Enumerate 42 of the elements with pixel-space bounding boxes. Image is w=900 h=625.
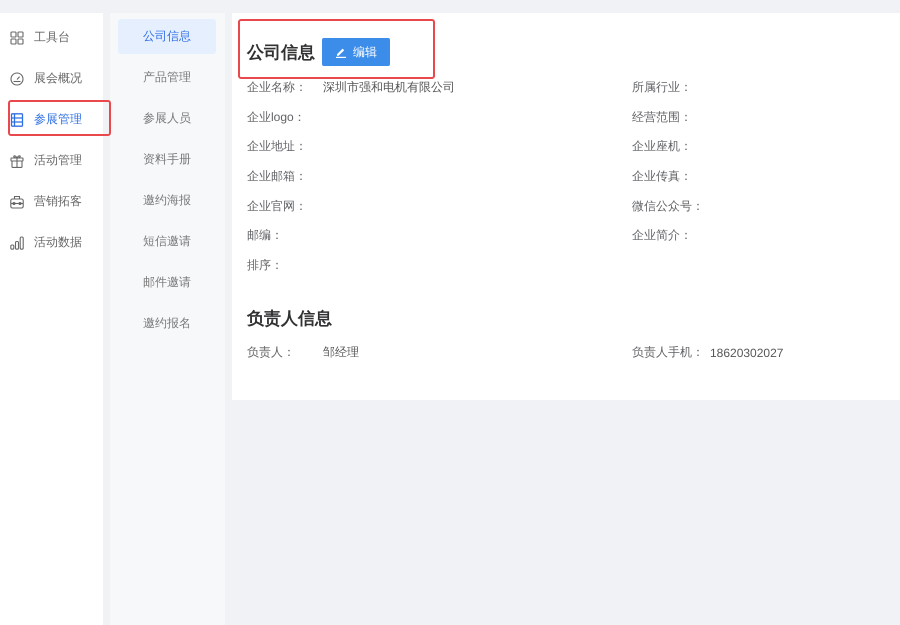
field-label: 经营范围： [632, 108, 693, 126]
field-label: 企业官网： [247, 198, 308, 215]
sidebar-item[interactable]: 活动数据 [0, 222, 103, 263]
field-label: 负责人手机： [632, 344, 704, 362]
field-label: 企业名称： [247, 79, 308, 96]
submenu-item[interactable]: 邀约报名 [118, 306, 216, 341]
sidebar-item[interactable]: 营销拓客 [0, 181, 103, 222]
sidebar-item[interactable]: 活动管理 [0, 140, 103, 181]
submenu-item[interactable]: 邀约海报 [118, 183, 216, 218]
sidebar-item[interactable]: 工具台 [0, 17, 103, 58]
field-label: 企业简介： [632, 227, 693, 244]
section-title: 公司信息 [247, 42, 315, 64]
bar-chart-icon [10, 236, 24, 250]
field-label: 企业logo： [247, 108, 307, 126]
sidebar-item[interactable]: 展会概况 [0, 58, 103, 99]
field-label: 负责人： [247, 344, 296, 362]
gauge-icon [10, 72, 24, 86]
field-label: 企业地址： [247, 138, 308, 156]
submenu-item[interactable]: 产品管理 [118, 60, 216, 95]
field-label: 排序： [247, 256, 284, 274]
field-value: 18620302027 [710, 346, 784, 360]
field-label: 微信公众号： [632, 198, 704, 215]
section-title: 负责人信息 [247, 308, 332, 330]
field-label: 企业座机： [632, 138, 693, 156]
field-value: 邹经理 [323, 344, 359, 362]
submenu-item[interactable]: 邮件邀请 [118, 265, 216, 300]
submenu-item[interactable]: 公司信息 [118, 19, 216, 54]
field-label: 企业传真： [632, 168, 693, 186]
field-label: 所属行业： [632, 79, 693, 96]
field-label: 邮编： [247, 227, 284, 244]
field-label: 企业邮箱： [247, 168, 308, 186]
toolbox-icon [10, 194, 24, 208]
field-value: 深圳市强和电机有限公司 [323, 79, 455, 96]
submenu-item[interactable]: 短信邀请 [118, 224, 216, 259]
list-icon [10, 112, 24, 126]
submenu-item[interactable]: 资料手册 [118, 142, 216, 177]
sidebar-item[interactable]: 参展管理 [0, 99, 103, 140]
edit-button[interactable]: 编辑 [322, 38, 390, 66]
submenu-item[interactable]: 参展人员 [118, 101, 216, 136]
grid-icon [10, 30, 24, 44]
pencil-icon [335, 46, 347, 58]
gift-icon [10, 154, 24, 168]
